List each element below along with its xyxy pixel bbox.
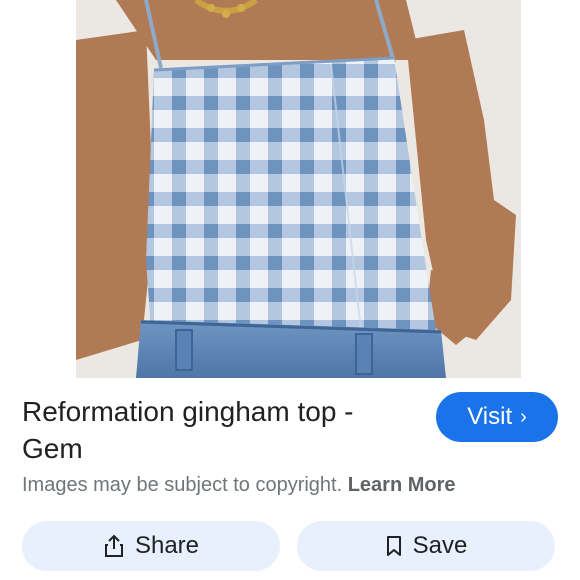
visit-button[interactable]: Visit ›: [436, 392, 558, 442]
copyright-notice: Images may be subject to copyright. Lear…: [22, 474, 456, 497]
learn-more-link[interactable]: Learn More: [348, 474, 456, 496]
share-icon: [103, 534, 125, 558]
save-button[interactable]: Save: [297, 521, 555, 571]
share-button-label: Share: [134, 532, 200, 559]
save-button-label: Save: [412, 532, 468, 559]
image-preview[interactable]: [0, 0, 580, 378]
bookmark-icon: [385, 535, 403, 557]
share-button[interactable]: Share: [22, 521, 280, 571]
copyright-text: Images may be subject to copyright.: [22, 474, 343, 496]
visit-button-label: Visit: [467, 403, 513, 430]
result-title[interactable]: Reformation gingham top - Gem: [22, 393, 402, 467]
chevron-right-icon: ›: [520, 405, 527, 428]
product-photo[interactable]: [76, 0, 521, 378]
product-photo-illustration: [76, 0, 521, 378]
